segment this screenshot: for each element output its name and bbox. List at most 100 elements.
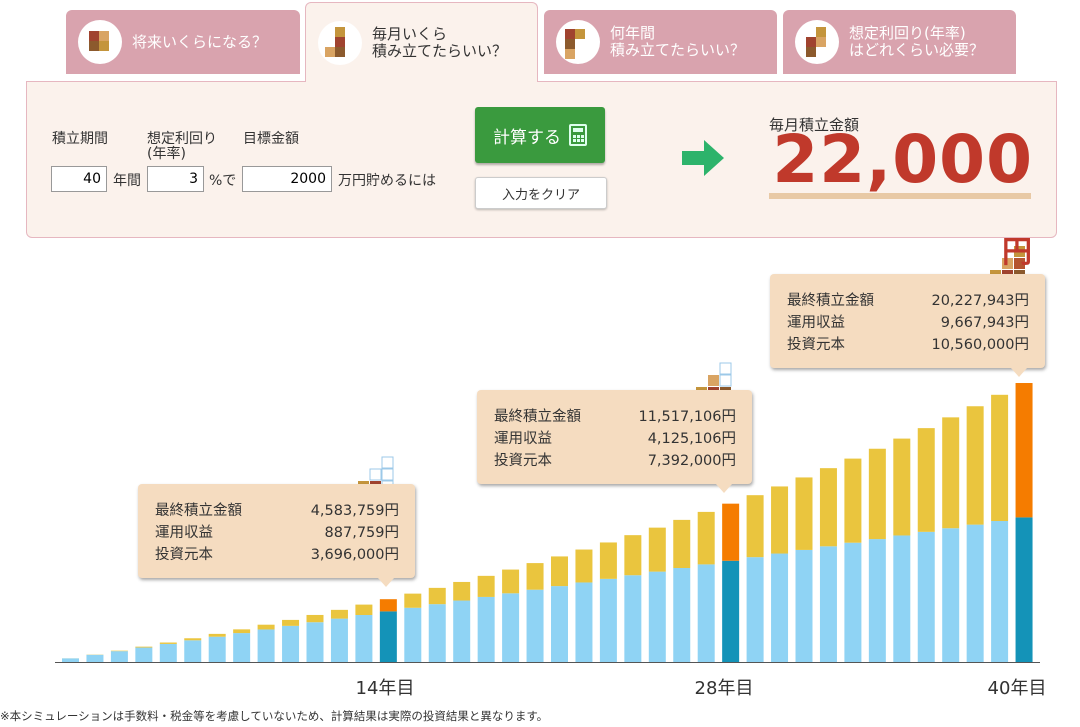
bar-principal-year-24	[624, 575, 642, 662]
bar-principal-year-36	[917, 531, 935, 662]
bar-gain-year-5	[159, 642, 177, 644]
tab-monthly-amount[interactable]: 毎月いくら 積み立てたらいい？	[305, 2, 538, 82]
bar-principal-year-37	[942, 528, 960, 662]
bar-principal-year-14	[379, 611, 397, 662]
clear-button[interactable]: 入力をクリア	[475, 177, 607, 209]
bar-gain-year-19	[502, 569, 520, 594]
calculator-icon	[569, 124, 587, 146]
bar-gain-year-15	[404, 593, 422, 608]
bar-gain-year-12	[330, 609, 348, 619]
bar-gain-year-34	[868, 448, 886, 540]
bar-principal-year-4	[135, 647, 153, 662]
x-tick-label: 28年目	[694, 678, 754, 699]
bar-gain-year-22	[575, 549, 593, 583]
bar-principal-year-26	[673, 568, 691, 662]
bar-gain-year-33	[844, 458, 862, 543]
bar-gain-year-36	[917, 428, 935, 532]
bar-gain-year-31	[795, 477, 813, 550]
bar-gain-year-10	[282, 619, 300, 626]
bar-principal-year-39	[991, 521, 1009, 662]
bar-principal-year-31	[795, 549, 813, 662]
bar-principal-year-11	[306, 622, 324, 662]
bar-gain-year-39	[991, 394, 1009, 522]
bar-principal-year-8	[233, 633, 251, 662]
rate-input[interactable]	[147, 166, 204, 192]
bar-gain-year-26	[673, 519, 691, 569]
tooltip-row: 運用収益 887,759円	[155, 525, 399, 541]
bar-principal-year-38	[966, 524, 984, 662]
bar-principal-year-16	[428, 604, 446, 662]
rate-label: 想定利回り (年率)	[147, 131, 217, 162]
calculate-button[interactable]: 計算する	[475, 107, 605, 163]
bar-principal-year-33	[844, 542, 862, 662]
bar-principal-year-34	[868, 539, 886, 662]
bar-gain-year-23	[599, 542, 617, 579]
disclaimer-note: ※本シミュレーションは手数料・税金等を考慮していないため、計算結果は実際の投資結…	[0, 709, 549, 723]
tooltip-row: 運用収益 4,125,106円	[494, 431, 736, 447]
x-tick-label: 40年目	[987, 678, 1047, 699]
tooltip-year-28: 最終積立金額 11,517,106円 運用収益 4,125,106円 投資元本 7,3…	[477, 390, 752, 493]
tooltip-row: 最終積立金額 11,517,106円	[494, 409, 736, 425]
bar-gain-year-38	[966, 406, 984, 525]
period-label: 積立期間	[52, 131, 108, 147]
tooltip-year-40: 最終積立金額 20,227,943円 運用収益 9,667,943円 投資元本 10,…	[770, 274, 1045, 377]
tooltip-row: 投資元本 10,560,000円	[787, 337, 1029, 353]
bar-principal-year-21	[551, 586, 568, 662]
bar-gain-year-32	[819, 468, 837, 547]
bar-principal-year-1	[62, 658, 79, 662]
bar-principal-year-35	[893, 535, 911, 662]
bar-gain-year-21	[551, 556, 568, 587]
tooltip-year-14: 最終積立金額 4,583,759円 運用収益 887,759円 投資元本 3,696,…	[138, 484, 415, 587]
bar-gain-year-28	[722, 503, 740, 561]
bar-principal-year-10	[282, 625, 300, 662]
bar-gain-year-27	[697, 511, 715, 565]
bar-principal-year-3	[110, 651, 128, 662]
bar-principal-year-13	[355, 615, 373, 662]
tooltip-row: 最終積立金額 20,227,943円	[787, 293, 1029, 309]
bar-principal-year-15	[404, 607, 422, 662]
bar-principal-year-12	[330, 618, 348, 662]
bar-principal-year-23	[599, 578, 617, 662]
bar-principal-year-28	[722, 560, 740, 662]
bar-principal-year-7	[208, 636, 226, 662]
target-input[interactable]	[242, 166, 332, 192]
bar-gain-year-7	[208, 633, 226, 637]
bar-principal-year-9	[257, 629, 275, 662]
result-value: 22,000円	[772, 121, 1033, 270]
bar-gain-year-6	[184, 638, 202, 641]
bar-gain-year-25	[648, 527, 666, 572]
bar-gain-year-14	[379, 599, 397, 612]
tooltip-row: 投資元本 7,392,000円	[494, 453, 736, 469]
tab-label: 毎月いくら 積み立てたらいい？	[372, 24, 508, 60]
rate-unit: %で	[209, 173, 237, 189]
bar-principal-year-17	[453, 600, 471, 662]
bar-gain-year-4	[135, 646, 153, 648]
bar-gain-year-30	[771, 486, 789, 554]
bar-gain-year-17	[453, 581, 471, 601]
bar-gain-year-16	[428, 587, 446, 605]
result-underline	[769, 193, 1031, 199]
bar-gain-year-13	[355, 604, 373, 616]
bar-gain-year-11	[306, 614, 324, 623]
bar-gain-year-9	[257, 624, 275, 630]
bar-gain-year-29	[746, 495, 764, 558]
bar-gain-year-8	[233, 629, 251, 634]
bar-principal-year-40	[1015, 517, 1033, 662]
bar-principal-year-22	[575, 582, 593, 662]
target-label: 目標金額	[243, 131, 299, 147]
bar-principal-year-25	[648, 571, 666, 662]
period-input[interactable]	[51, 166, 107, 192]
bar-gain-year-24	[624, 535, 642, 576]
bar-gain-year-20	[526, 563, 544, 590]
bar-principal-year-32	[819, 546, 837, 662]
bar-gain-year-35	[893, 438, 911, 536]
tooltip-row: 投資元本 3,696,000円	[155, 547, 399, 563]
calculator-panel: 積立期間 想定利回り (年率) 目標金額 年間 %で 万円貯めるには 計算する …	[26, 81, 1057, 270]
arrow-right-icon	[682, 140, 724, 176]
tooltip-row: 最終積立金額 4,583,759円	[155, 503, 399, 519]
bar-principal-year-5	[159, 643, 177, 662]
tooltip-row: 運用収益 9,667,943円	[787, 315, 1029, 331]
period-unit: 年間	[113, 173, 141, 189]
bar-principal-year-19	[502, 593, 520, 662]
bar-principal-year-20	[526, 589, 544, 662]
